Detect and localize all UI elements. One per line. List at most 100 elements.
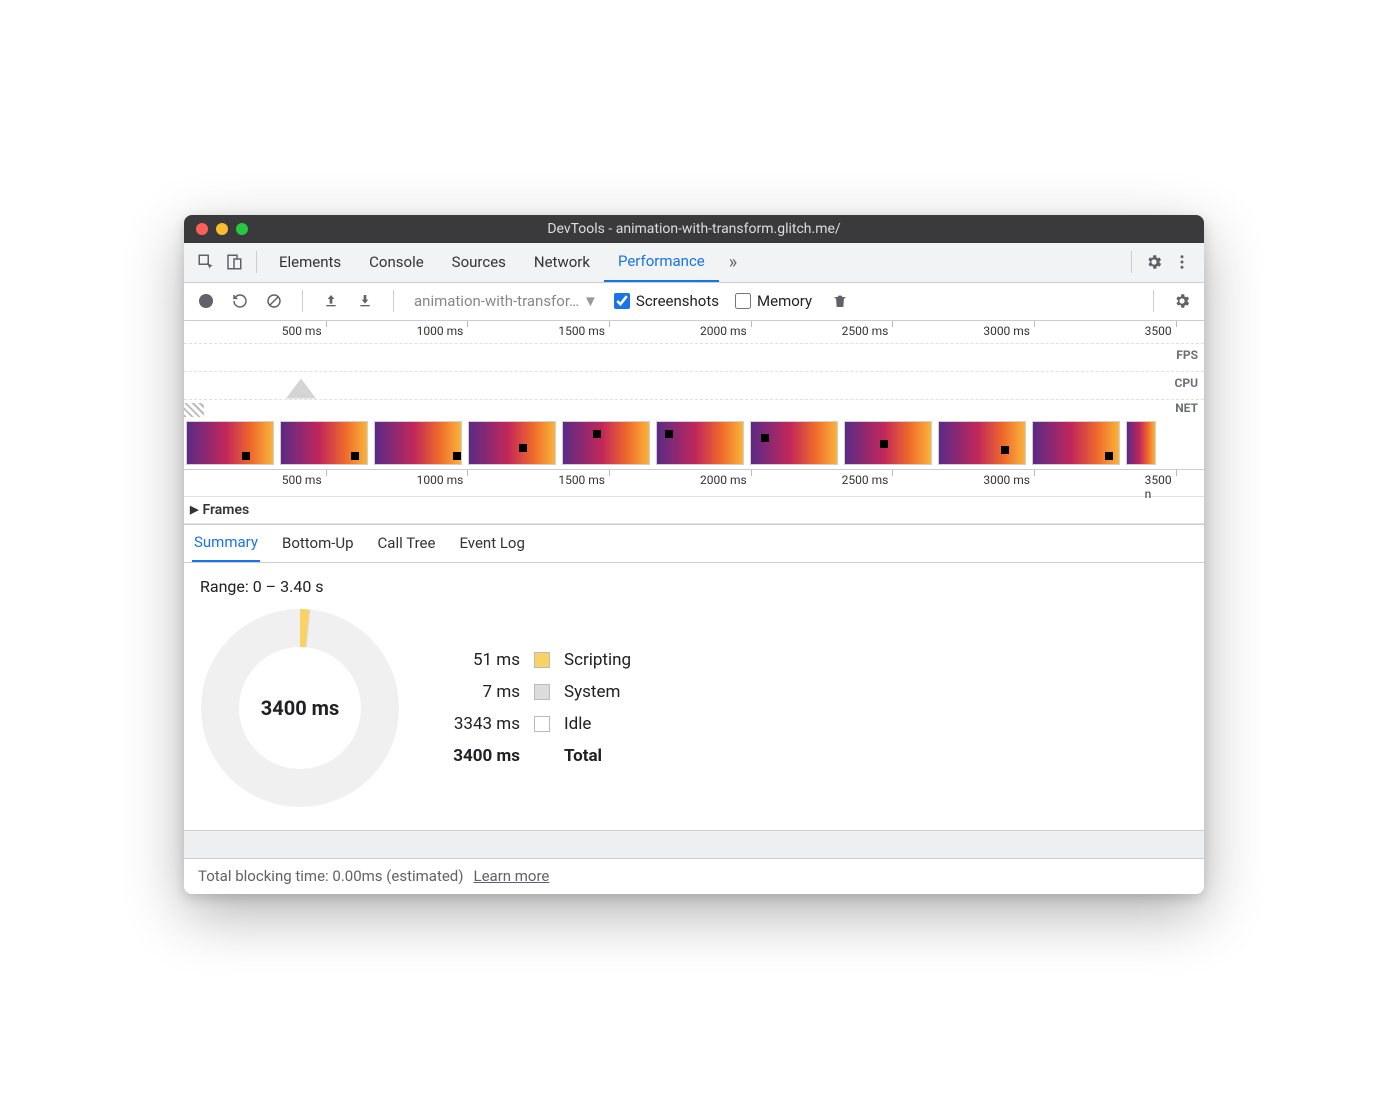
ruler-tick: 1000 ms	[417, 324, 468, 338]
details-tabs: Summary Bottom-Up Call Tree Event Log	[184, 525, 1204, 563]
legend-swatch	[534, 652, 550, 668]
legend-label: System	[564, 682, 631, 702]
separator	[1131, 251, 1132, 273]
kebab-menu-icon[interactable]	[1168, 248, 1196, 276]
details-tab-call-tree[interactable]: Call Tree	[376, 524, 438, 562]
screenshot-thumbnail[interactable]	[280, 421, 368, 465]
screenshot-thumbnail[interactable]	[656, 421, 744, 465]
maximize-window-button[interactable]	[236, 223, 248, 235]
garbage-collect-icon[interactable]	[826, 287, 854, 315]
legend-label: Idle	[564, 714, 631, 734]
screenshot-thumbnail[interactable]	[750, 421, 838, 465]
record-button[interactable]	[192, 287, 220, 315]
summary-legend: 51 ms Scripting 7 ms System 3343 ms Idle 3400 …	[440, 650, 631, 766]
separator	[302, 290, 303, 312]
fps-row: FPS	[184, 343, 1204, 371]
donut-center-value: 3400 ms	[261, 696, 339, 720]
ruler-tick: 3500	[1145, 324, 1176, 338]
legend-swatch	[534, 716, 550, 732]
clear-button[interactable]	[260, 287, 288, 315]
details-tab-event-log[interactable]: Event Log	[457, 524, 526, 562]
separator	[1153, 290, 1154, 312]
screenshot-thumbnail[interactable]	[1126, 421, 1156, 465]
ruler-tick: 1500 ms	[558, 324, 609, 338]
cpu-label: CPU	[1175, 376, 1199, 390]
ruler-tick: 2500 ms	[842, 324, 893, 338]
chevron-down-icon: ▼	[583, 292, 598, 310]
ruler-tick: 3500 n	[1145, 473, 1176, 501]
flamechart-ruler: 500 ms 1000 ms 1500 ms 2000 ms 2500 ms 3000 m…	[184, 470, 1204, 496]
ruler-tick: 2000 ms	[700, 473, 751, 487]
cpu-row: CPU	[184, 371, 1204, 399]
overview-panel[interactable]: 500 ms 1000 ms 1500 ms 2000 ms 2500 ms 3000 m…	[184, 321, 1204, 470]
recording-selector[interactable]: animation-with-transfor… ▼	[414, 292, 598, 310]
screenshot-thumbnail[interactable]	[374, 421, 462, 465]
screenshot-thumbnail[interactable]	[468, 421, 556, 465]
net-activity	[184, 403, 204, 417]
legend-value: 3343 ms	[440, 714, 520, 734]
screenshot-thumbnail[interactable]	[844, 421, 932, 465]
overview-rows: FPS CPU NET	[184, 343, 1204, 417]
ruler-tick: 500 ms	[282, 473, 326, 487]
separator	[256, 251, 257, 273]
memory-toggle[interactable]: Memory	[735, 292, 812, 310]
titlebar: DevTools - animation-with-transform.glit…	[184, 215, 1204, 243]
settings-icon[interactable]	[1140, 248, 1168, 276]
tab-console[interactable]: Console	[355, 242, 438, 282]
details-tab-summary[interactable]: Summary	[192, 524, 260, 562]
screenshots-toggle[interactable]: Screenshots	[614, 292, 719, 310]
range-label: Range: 0 – 3.40 s	[200, 577, 1188, 596]
memory-checkbox[interactable]	[735, 293, 751, 309]
summary-panel: Range: 0 – 3.40 s 3400 ms 51 ms Scripting…	[184, 563, 1204, 830]
close-window-button[interactable]	[196, 223, 208, 235]
device-toolbar-icon[interactable]	[220, 248, 248, 276]
ruler-tick: 500 ms	[282, 324, 326, 338]
fps-label: FPS	[1176, 348, 1198, 362]
net-label: NET	[1175, 401, 1198, 415]
details-tab-bottom-up[interactable]: Bottom-Up	[280, 524, 356, 562]
screenshot-thumbnail[interactable]	[186, 421, 274, 465]
legend-value: 51 ms	[440, 650, 520, 670]
drawer-handle[interactable]	[184, 830, 1204, 858]
minimize-window-button[interactable]	[216, 223, 228, 235]
learn-more-link[interactable]: Learn more	[474, 867, 550, 885]
ruler-tick: 2000 ms	[700, 324, 751, 338]
reload-button[interactable]	[226, 287, 254, 315]
screenshot-strip	[184, 417, 1204, 469]
save-profile-icon[interactable]	[351, 287, 379, 315]
inspect-icon[interactable]	[192, 248, 220, 276]
tab-network[interactable]: Network	[520, 242, 604, 282]
legend-label: Scripting	[564, 650, 631, 670]
ruler-tick: 2500 ms	[842, 473, 893, 487]
net-row: NET	[184, 399, 1204, 417]
screenshot-thumbnail[interactable]	[938, 421, 1026, 465]
tab-elements[interactable]: Elements	[265, 242, 355, 282]
tab-performance[interactable]: Performance	[604, 242, 719, 282]
screenshots-checkbox[interactable]	[614, 293, 630, 309]
flamechart-panel[interactable]: 500 ms 1000 ms 1500 ms 2000 ms 2500 ms 3000 m…	[184, 470, 1204, 525]
traffic-lights	[196, 223, 248, 235]
legend-value: 7 ms	[440, 682, 520, 702]
more-tabs-button[interactable]: »	[719, 248, 747, 276]
screenshot-thumbnail[interactable]	[1032, 421, 1120, 465]
legend-total-value: 3400 ms	[440, 746, 520, 766]
main-tabs: ElementsConsoleSourcesNetworkPerformance…	[184, 243, 1204, 283]
expand-icon[interactable]: ▶	[190, 503, 198, 516]
recording-name: animation-with-transfor…	[414, 292, 579, 310]
devtools-window: DevTools - animation-with-transform.glit…	[184, 215, 1204, 894]
ruler-tick: 1500 ms	[558, 473, 609, 487]
summary-donut-chart: 3400 ms	[200, 608, 400, 808]
capture-settings-icon[interactable]	[1168, 287, 1196, 315]
screenshots-label: Screenshots	[636, 292, 719, 310]
blocking-time-text: Total blocking time: 0.00ms (estimated)	[198, 867, 464, 885]
legend-swatch	[534, 684, 550, 700]
frames-row[interactable]: ▶ Frames	[184, 496, 1204, 524]
screenshot-thumbnail[interactable]	[562, 421, 650, 465]
tab-sources[interactable]: Sources	[438, 242, 520, 282]
separator	[393, 290, 394, 312]
memory-label: Memory	[757, 292, 812, 310]
ruler-tick: 1000 ms	[417, 473, 468, 487]
ruler-tick: 3000 ms	[983, 324, 1034, 338]
ruler-tick: 3000 ms	[983, 473, 1034, 487]
load-profile-icon[interactable]	[317, 287, 345, 315]
